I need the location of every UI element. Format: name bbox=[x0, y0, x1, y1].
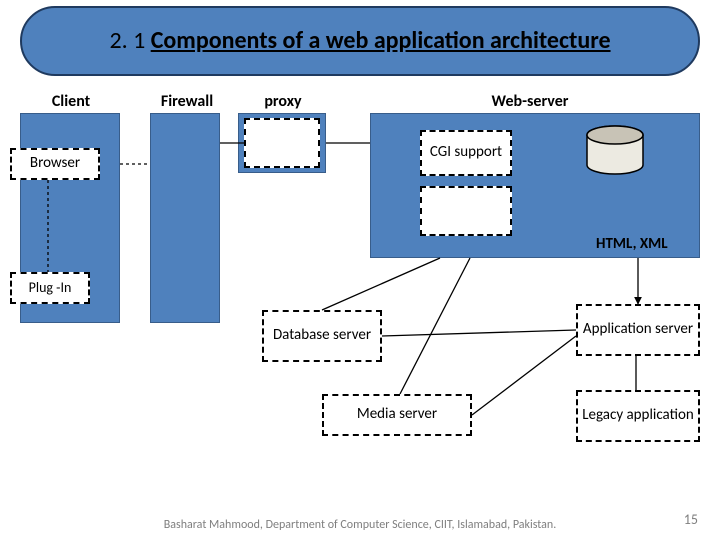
col-firewall bbox=[150, 113, 220, 323]
title-prefix: 2. 1 bbox=[109, 26, 150, 55]
footer-credit: Basharat Mahmood, Department of Computer… bbox=[0, 518, 720, 532]
slide-title: 2. 1 Components of a web application arc… bbox=[20, 6, 700, 76]
title-bold: Components of a web application architec… bbox=[151, 26, 611, 55]
label-firewall: Firewall bbox=[152, 92, 222, 111]
box-legacy: Legacy application bbox=[576, 390, 700, 442]
box-mediaserver: Media server bbox=[322, 394, 472, 436]
label-proxy: proxy bbox=[248, 92, 318, 111]
slide-stage: 2. 1 Components of a web application arc… bbox=[0, 0, 720, 540]
box-browser: Browser bbox=[10, 148, 100, 180]
label-client: Client bbox=[26, 92, 116, 111]
label-webserver: Web-server bbox=[430, 92, 630, 111]
disk-icon bbox=[580, 123, 650, 181]
box-appserver: Application server bbox=[576, 304, 700, 356]
box-cgi-below bbox=[420, 186, 512, 236]
box-dbserver: Database server bbox=[262, 310, 382, 362]
box-cgi: CGI support bbox=[420, 130, 512, 176]
box-plugin: Plug -In bbox=[10, 272, 90, 304]
page-number: 15 bbox=[684, 511, 698, 528]
box-proxy-inner bbox=[244, 118, 320, 168]
label-html-xml: HTML, XML bbox=[596, 235, 668, 253]
